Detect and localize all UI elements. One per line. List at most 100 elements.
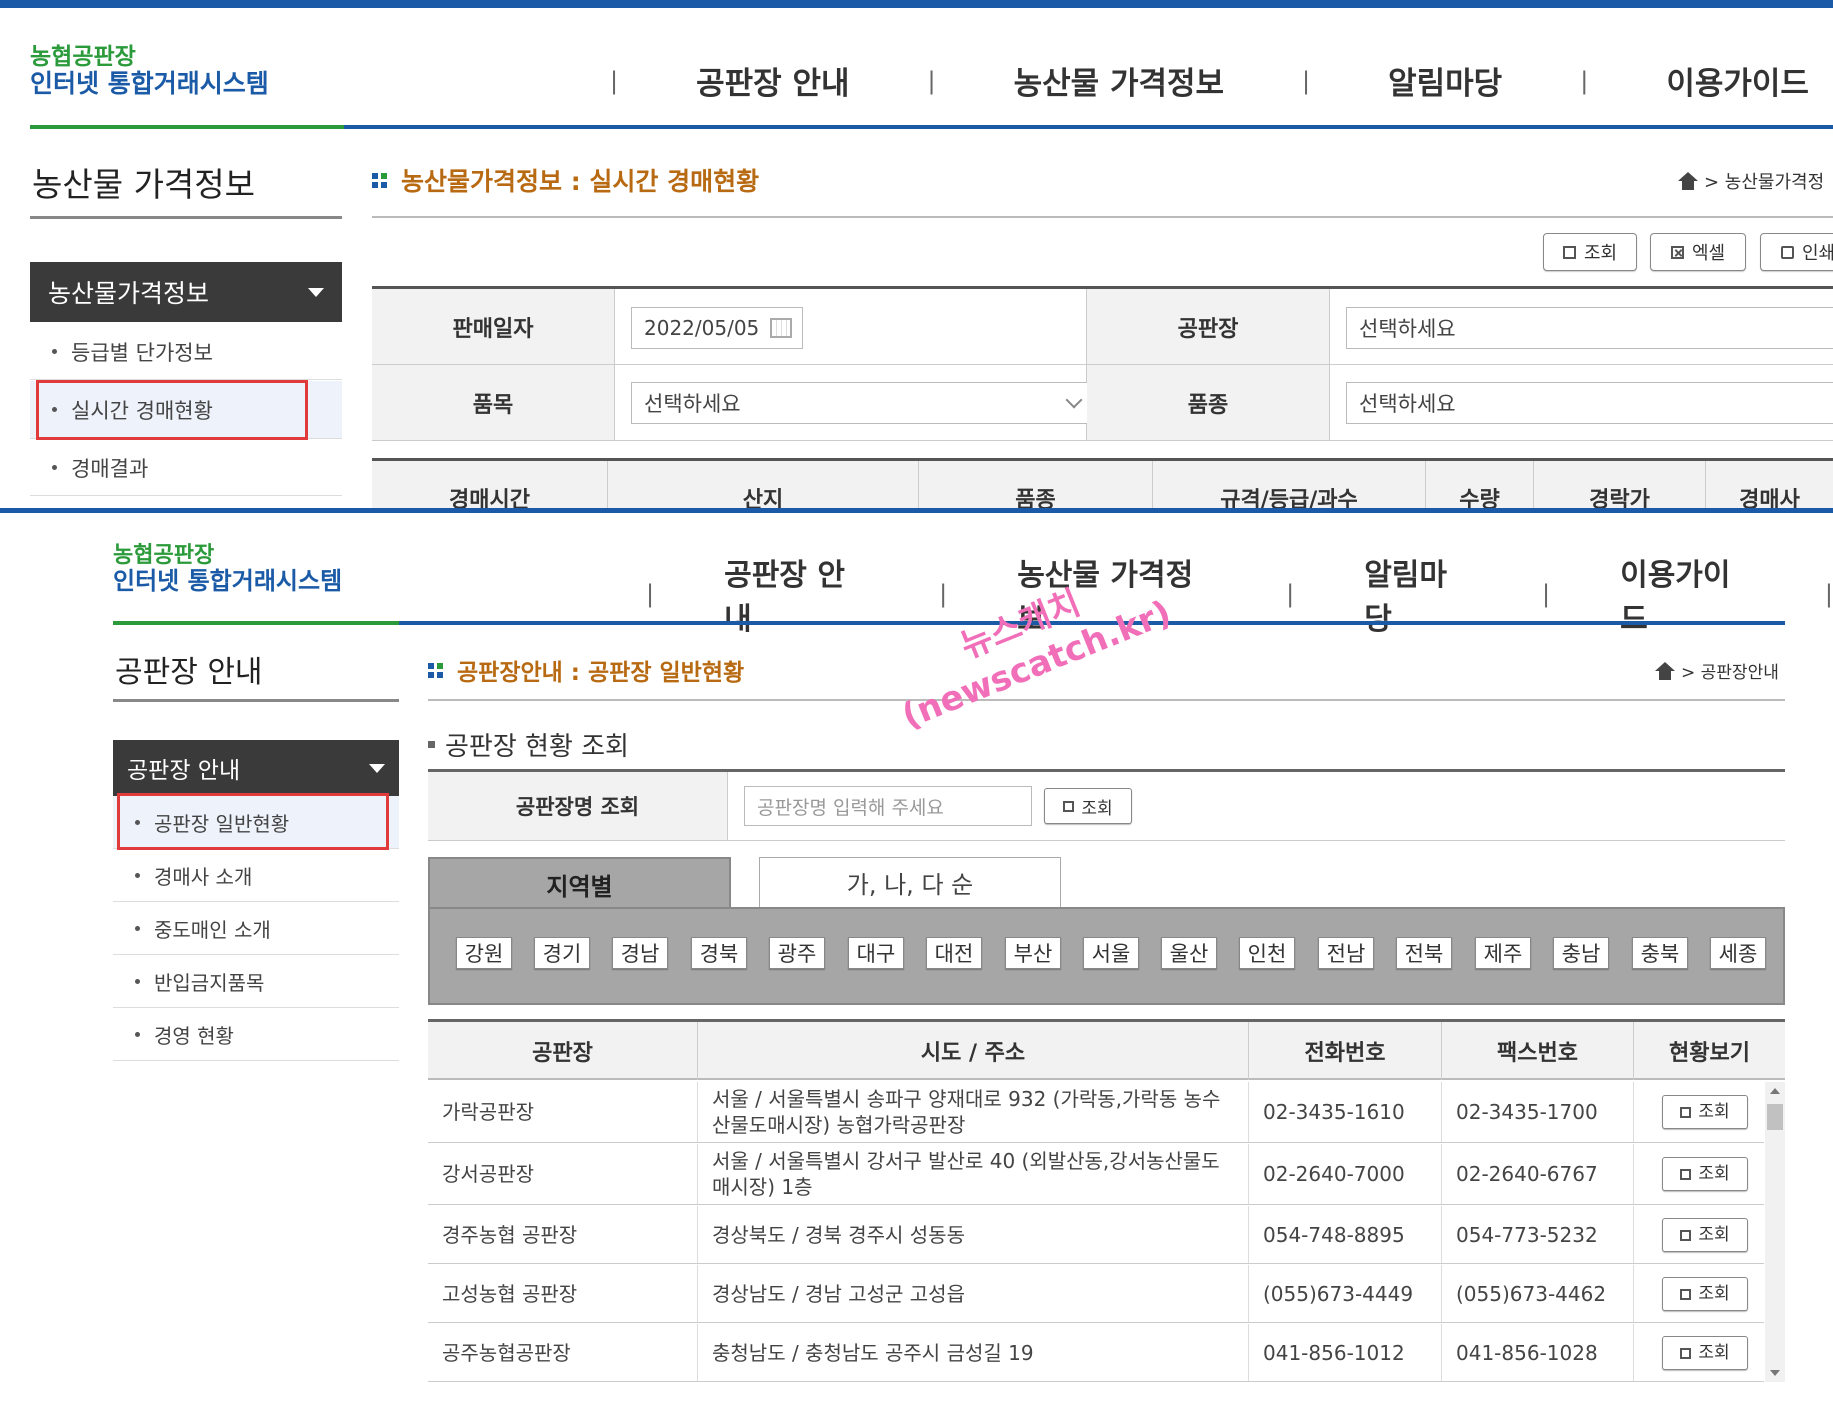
market-name-search-row: 공판장명 조회 공판장명 입력해 주세요 조회 (428, 769, 1785, 841)
submenu-label: 경영 현황 (154, 1024, 234, 1048)
panel-price-info-screenshot: 농협공판장 인터넷 통합거래시스템 | 공판장 안내 | 농산물 가격정보 | … (0, 0, 1833, 508)
search-button[interactable]: 조회 (1543, 233, 1637, 271)
region-gangwon[interactable]: 강원 (456, 937, 512, 969)
submenu-grade-price[interactable]: 등급별 단가정보 (30, 324, 342, 380)
table-row: 공주농협공판장 충청남도 / 충청남도 공주시 금성길 19 041-856-1… (428, 1324, 1764, 1382)
bullet-icon (52, 349, 57, 354)
home-icon[interactable] (1678, 172, 1698, 190)
region-gyeongnam[interactable]: 경남 (612, 937, 668, 969)
region-incheon[interactable]: 인천 (1239, 937, 1295, 969)
market-label: 공판장 (1087, 289, 1330, 364)
address-line2: 매시장) 1층 (712, 1175, 813, 1199)
item-select[interactable]: 선택하세요 (631, 382, 1097, 424)
logo-line1: 농협공판장 (30, 44, 136, 70)
cell-address: 경상북도 / 경북 경주시 성동동 (698, 1206, 1249, 1263)
region-daegu[interactable]: 대구 (848, 937, 904, 969)
region-jeonbuk[interactable]: 전북 (1396, 937, 1452, 969)
home-icon[interactable] (1655, 661, 1675, 680)
search-btn-icon (1680, 1288, 1692, 1300)
cell-tel: (055)673-4449 (1249, 1265, 1442, 1322)
bullet-icon (135, 979, 140, 984)
caret-down-icon (308, 287, 324, 297)
sale-date-value: 2022/05/05 (644, 316, 760, 340)
address-line1: 서울 / 서울특별시 강서구 발산로 40 (외발산동,강서농산물도 (712, 1149, 1220, 1173)
submenu-auction-result[interactable]: 경매결과 (30, 440, 342, 496)
region-ulsan[interactable]: 울산 (1161, 937, 1217, 969)
view-button[interactable]: 조회 (1662, 1218, 1748, 1252)
nav-user-guide[interactable]: 이용가이드 (1666, 58, 1809, 103)
site-logo[interactable]: 농협공판장 인터넷 통합거래시스템 (30, 44, 269, 99)
submenu-auctioneers[interactable]: 경매사 소개 (113, 850, 399, 902)
view-button[interactable]: 조회 (1662, 1336, 1748, 1370)
region-busan[interactable]: 부산 (1005, 937, 1061, 969)
chevron-down-icon (1065, 391, 1083, 409)
scroll-thumb[interactable] (1767, 1104, 1783, 1130)
view-button[interactable]: 조회 (1662, 1095, 1748, 1129)
view-button-label: 조회 (1698, 1283, 1730, 1304)
submenu-management-status[interactable]: 경영 현황 (113, 1009, 399, 1061)
market-select-value: 선택하세요 (1359, 317, 1456, 341)
address-line2: 산물도매시장) 농협가락공판장 (712, 1113, 966, 1137)
search-btn-icon (1680, 1229, 1692, 1241)
cell-tel: 054-748-8895 (1249, 1206, 1442, 1263)
nav-price-info[interactable]: 농산물 가격정보 (1014, 58, 1224, 103)
section-title: 농산물 가격정보 (32, 165, 256, 204)
nav-separator: | (1580, 66, 1589, 95)
lnb-menu-head-label: 공판장 안내 (127, 758, 241, 784)
search-btn-icon (1063, 800, 1075, 812)
bullet-icon (135, 873, 140, 878)
header-divider (30, 125, 1833, 129)
nav-market-guide[interactable]: 공판장 안내 (696, 58, 849, 103)
nav-separator: | (1824, 580, 1833, 608)
col-address: 시도 / 주소 (698, 1022, 1249, 1080)
region-gwangju[interactable]: 광주 (769, 937, 825, 969)
region-gyeonggi[interactable]: 경기 (534, 937, 590, 969)
view-button-label: 조회 (1698, 1101, 1730, 1122)
region-seoul[interactable]: 서울 (1083, 937, 1139, 969)
excel-button[interactable]: 엑셀 (1650, 233, 1746, 271)
cell-view: 조회 (1634, 1324, 1764, 1381)
tab-by-region[interactable]: 지역별 (428, 857, 731, 909)
search-button-label: 조회 (1583, 243, 1618, 264)
view-button-label: 조회 (1698, 1224, 1730, 1245)
region-sejong[interactable]: 세종 (1710, 937, 1766, 969)
cell-market-name: 경주농협 공판장 (428, 1206, 698, 1263)
calendar-icon[interactable] (770, 318, 792, 338)
cell-tel: 02-3435-1610 (1249, 1082, 1442, 1142)
sale-date-input[interactable]: 2022/05/05 (631, 307, 803, 349)
lnb-menu-head[interactable]: 공판장 안내 (113, 740, 399, 796)
site-logo[interactable]: 농협공판장 인터넷 통합거래시스템 (113, 543, 342, 596)
table-scrollbar[interactable] (1765, 1082, 1785, 1382)
nav-separator: | (646, 580, 655, 608)
nav-notice[interactable]: 알림마당 (1388, 58, 1502, 103)
submenu-prohibited-items[interactable]: 반입금지품목 (113, 956, 399, 1008)
col-view: 현황보기 (1669, 1041, 1750, 1066)
print-button[interactable]: 인쇄 (1760, 233, 1833, 271)
market-select[interactable]: 선택하세요 (1346, 307, 1833, 349)
cell-market-name: 가락공판장 (428, 1082, 698, 1142)
region-chungnam[interactable]: 충남 (1553, 937, 1609, 969)
market-name-search-button[interactable]: 조회 (1044, 788, 1132, 824)
address-line1: 서울 / 서울특별시 송파구 양재대로 932 (가락동,가락동 농수 (712, 1087, 1221, 1111)
region-gyeongbuk[interactable]: 경북 (691, 937, 747, 969)
region-chungbuk[interactable]: 충북 (1632, 937, 1688, 969)
cell-address: 서울 / 서울특별시 강서구 발산로 40 (외발산동,강서농산물도 매시장) … (698, 1144, 1249, 1204)
global-nav: | 공판장 안내 | 농산물 가격정보 | 알림마당 | 이용가이드 (610, 58, 1809, 103)
scroll-up-arrow-icon[interactable] (1770, 1088, 1780, 1094)
region-daejeon[interactable]: 대전 (926, 937, 982, 969)
market-name-input[interactable]: 공판장명 입력해 주세요 (744, 786, 1032, 826)
view-button[interactable]: 조회 (1662, 1277, 1748, 1311)
view-button[interactable]: 조회 (1662, 1157, 1748, 1191)
table-row: 가락공판장 서울 / 서울특별시 송파구 양재대로 932 (가락동,가락동 농… (428, 1082, 1764, 1143)
col-market: 공판장 (428, 1022, 698, 1080)
submenu-wholesalers[interactable]: 중도매인 소개 (113, 903, 399, 955)
submenu-label: 경매사 소개 (154, 865, 253, 889)
variety-select[interactable]: 선택하세요 (1346, 382, 1833, 424)
scroll-down-arrow-icon[interactable] (1770, 1370, 1780, 1376)
market-table: 공판장 시도 / 주소 전화번호 팩스번호 현황보기 가락공판장 서울 / 서울… (428, 1019, 1785, 1382)
panel-market-guide-screenshot: 농협공판장 인터넷 통합거래시스템 | 공판장 안내 | 농산물 가격정보 | … (0, 508, 1833, 1419)
tab-alphabetical[interactable]: 가, 나, 다 순 (759, 857, 1061, 907)
region-jeju[interactable]: 제주 (1475, 937, 1531, 969)
lnb-menu-head[interactable]: 농산물가격정보 (30, 262, 342, 322)
region-jeonnam[interactable]: 전남 (1318, 937, 1374, 969)
